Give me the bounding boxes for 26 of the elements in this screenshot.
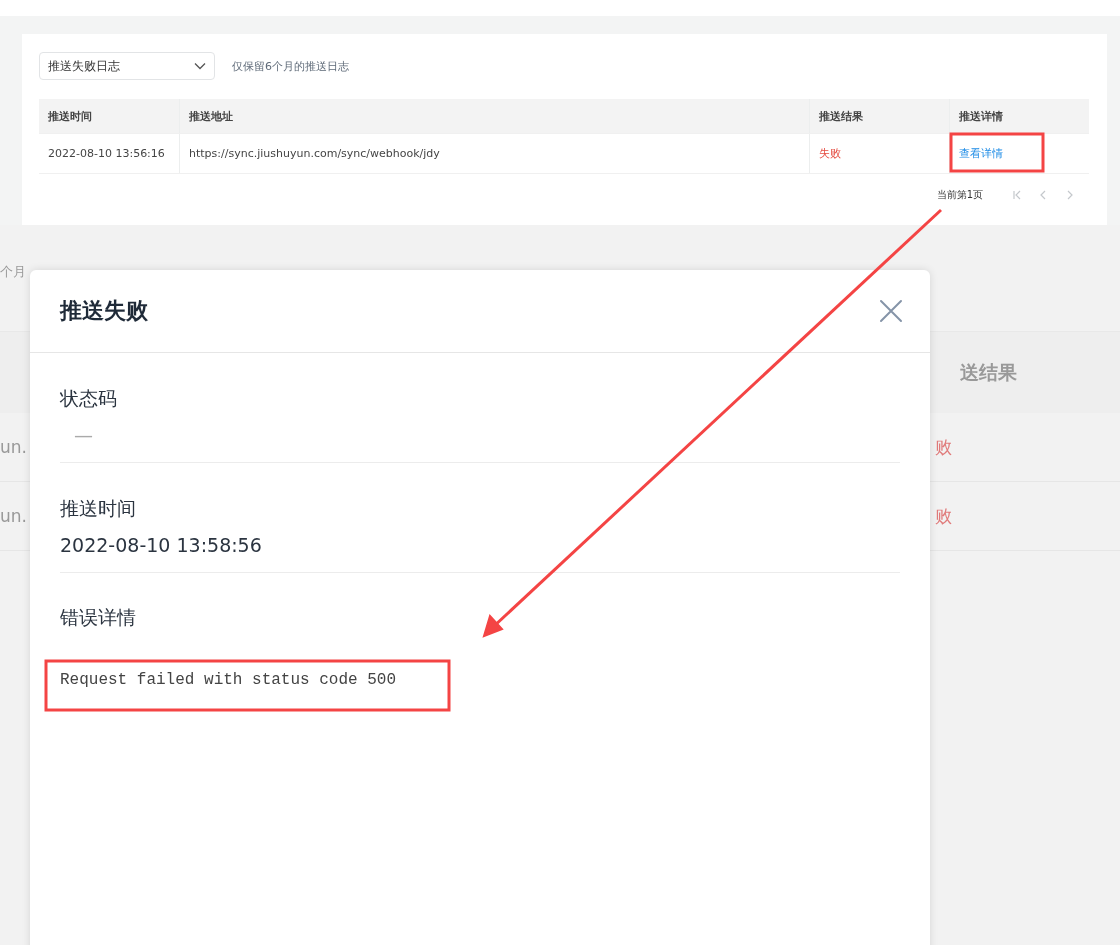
- column-header: 推送结果: [810, 99, 950, 133]
- table-cell: https://sync.jiushuyun.com/sync/webhook/jdy: [180, 134, 810, 173]
- column-header: 推送详情: [958, 108, 1004, 125]
- table-cell: 2022-08-10 13:56:16: [39, 134, 180, 173]
- faded-table-cell: un.: [0, 437, 27, 457]
- faded-column-header: 送结果: [960, 359, 1018, 385]
- faded-hint-text: 个月: [0, 264, 26, 279]
- result-cell: 失败: [810, 134, 950, 173]
- close-icon[interactable]: [879, 299, 903, 323]
- page-indicator: 当前第1页: [936, 188, 983, 202]
- field-value: 2022-08-10 13:58:56: [60, 534, 263, 556]
- dialog-title: 推送失败: [60, 297, 148, 325]
- retention-hint: 仅保留6个月的推送日志: [232, 58, 349, 74]
- field-label: 错误详情: [60, 605, 137, 630]
- field-label: 状态码: [60, 386, 118, 411]
- field-label: 推送时间: [60, 496, 137, 521]
- chevron-down-icon: [194, 62, 206, 70]
- empty-value-dash: —: [73, 424, 94, 446]
- faded-result-cell-text: 败: [935, 504, 953, 528]
- faded-table-cell: un.: [0, 506, 27, 526]
- column-header: 推送时间: [39, 99, 180, 133]
- field-value: Request failed with status code 500: [60, 671, 398, 689]
- log-type-select[interactable]: 推送失败日志: [39, 52, 215, 80]
- column-header: 推送地址: [180, 99, 810, 133]
- faded-result-cell-text: 败: [935, 435, 953, 459]
- view-details-link[interactable]: 查看详情: [959, 146, 1003, 161]
